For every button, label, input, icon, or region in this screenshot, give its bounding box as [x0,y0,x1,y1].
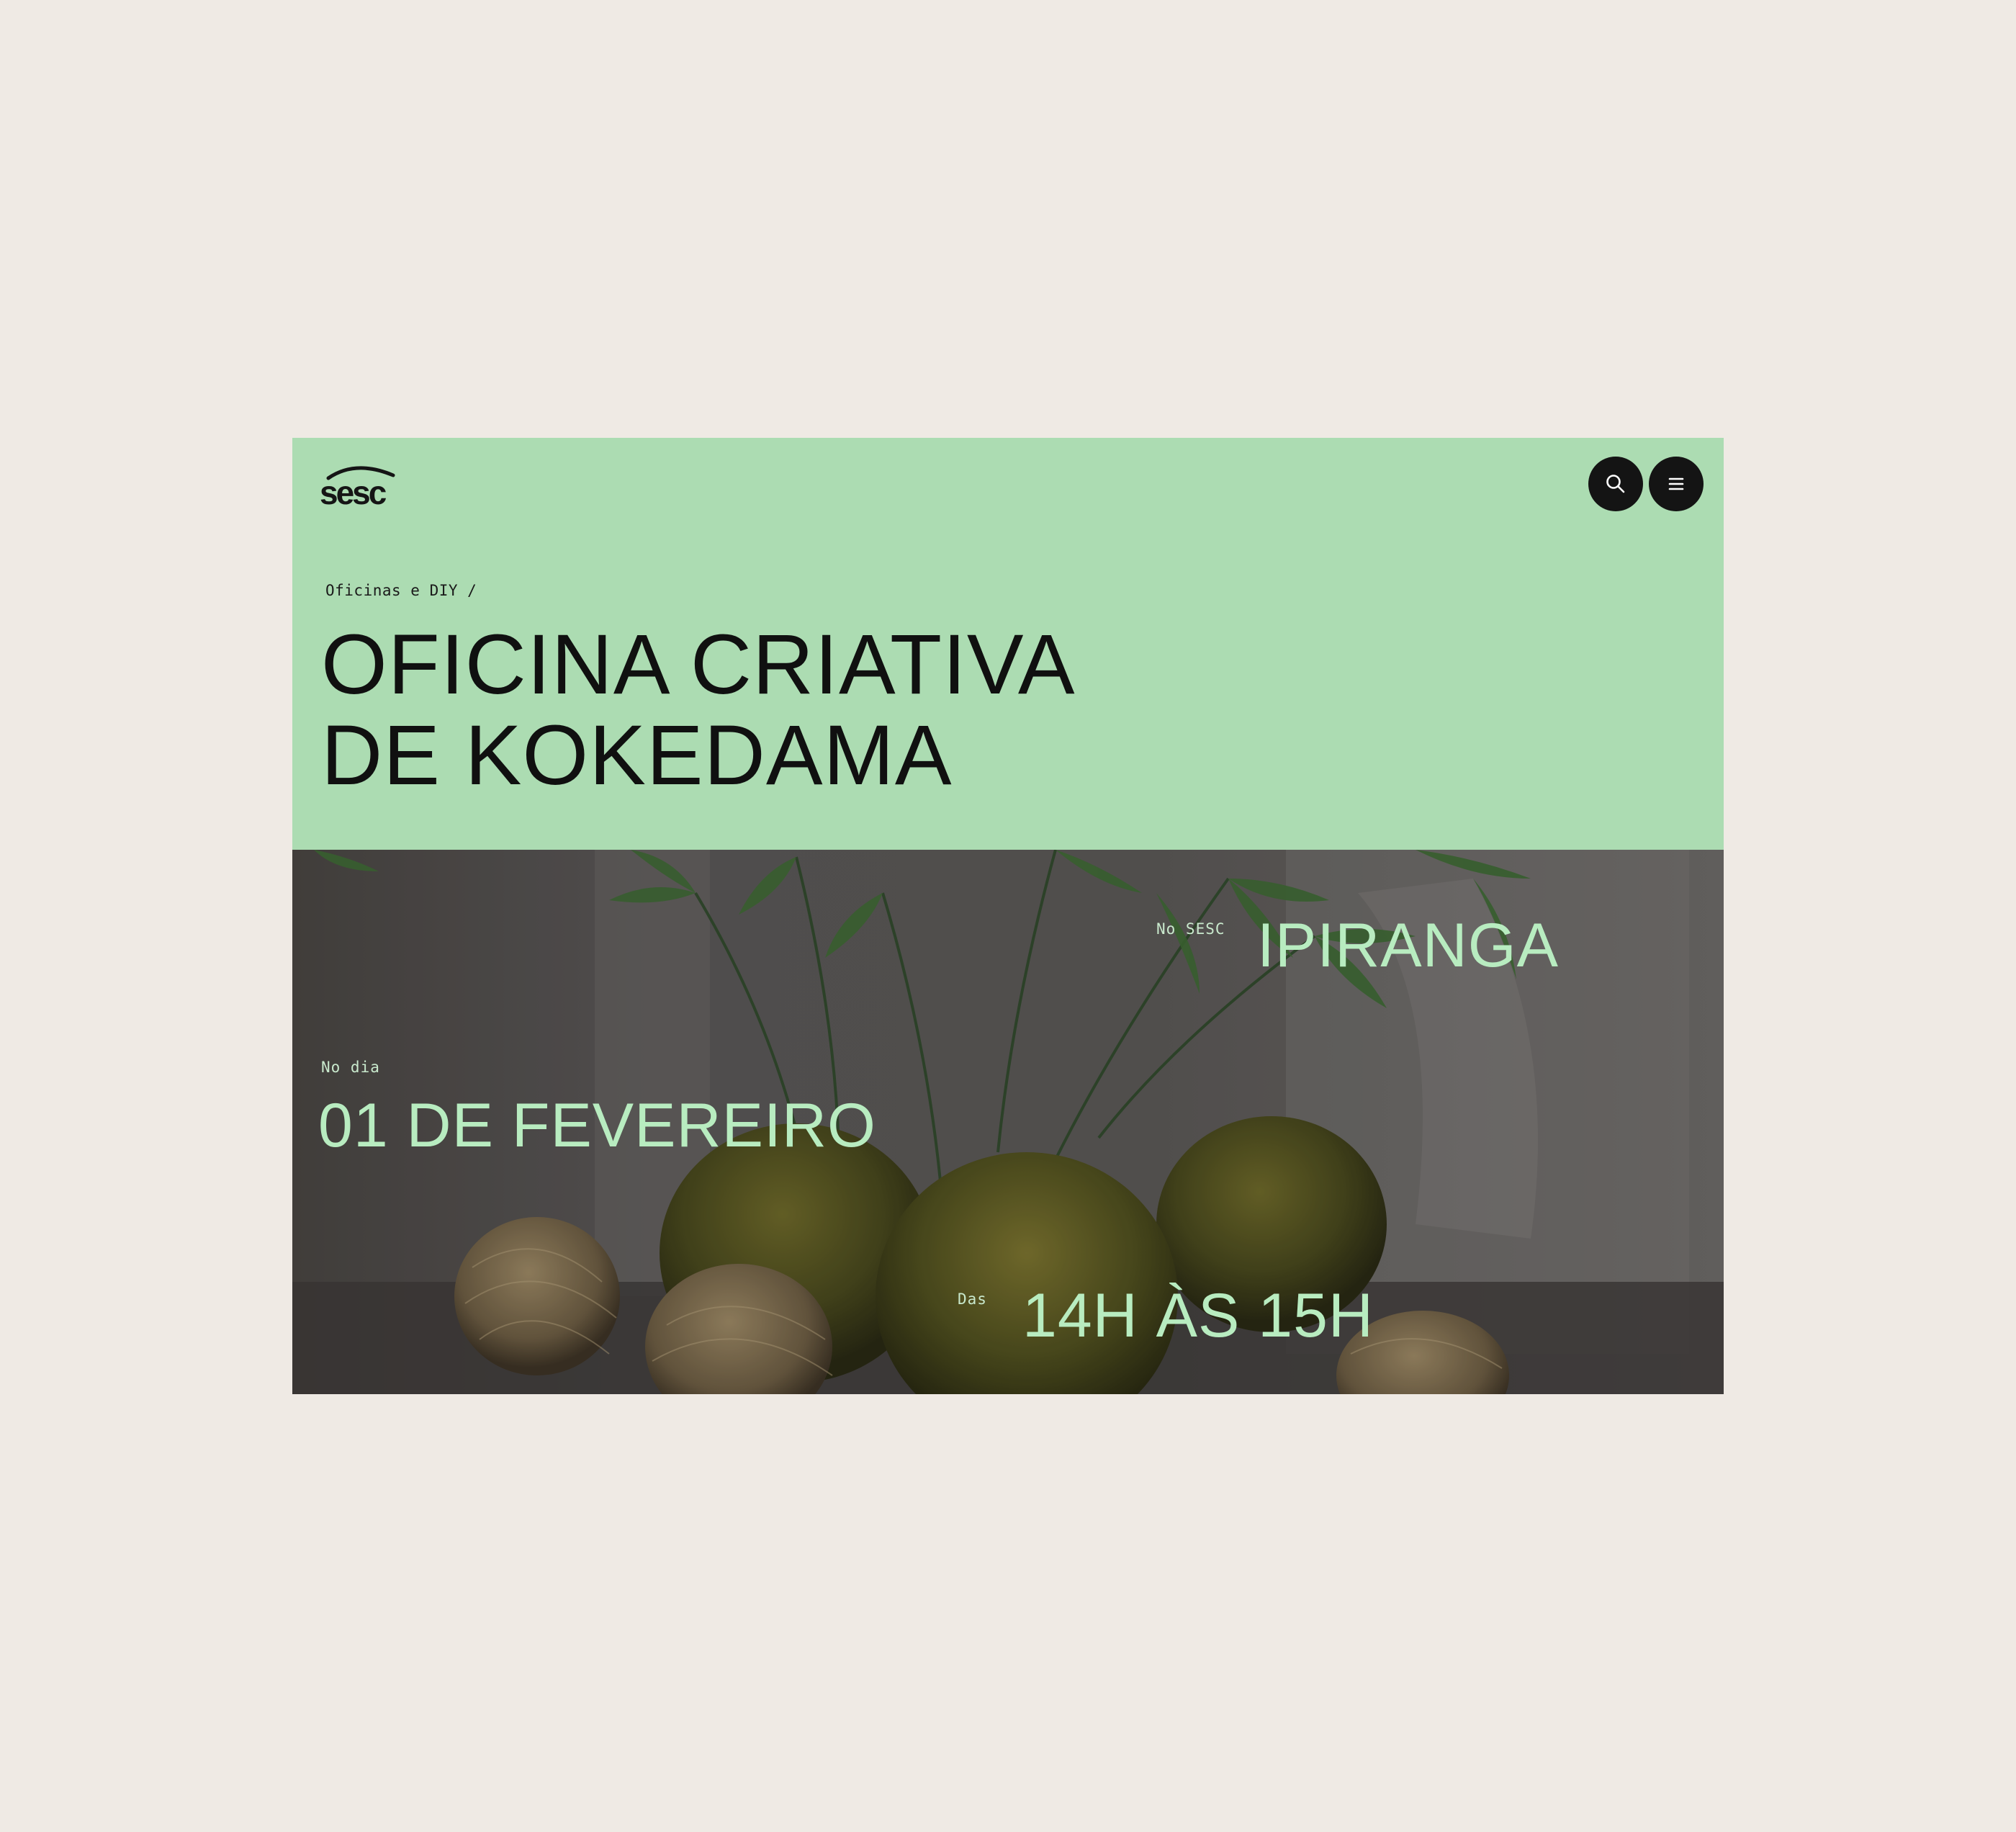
venue-value: IPIRANGA [1257,911,1559,980]
venue-label: No SESC [1156,920,1225,938]
menu-icon [1668,477,1684,490]
sesc-logo[interactable]: sesc [318,459,397,510]
search-icon [1606,475,1625,493]
date-value: 01 DE FEVEREIRO [318,1091,876,1160]
page-title-line-1: OFICINA CRIATIVA [321,617,1076,712]
event-page: sesc Oficinas e DIY / OFICINA CRIATIVA D… [292,438,1724,1394]
page-title-line-2: DE KOKEDAMA [321,708,953,803]
svg-text:sesc: sesc [320,474,387,510]
page-title: OFICINA CRIATIVA DE KOKEDAMA [321,619,1076,801]
date-label: No dia [321,1059,380,1076]
time-label: Das [958,1290,987,1308]
hero-image: No SESC IPIRANGA No dia 01 DE FEVEREIRO … [292,850,1724,1394]
time-value: 14H ÀS 15H [1022,1281,1374,1350]
breadcrumb[interactable]: Oficinas e DIY / [325,582,477,599]
menu-button[interactable] [1649,457,1704,511]
search-button[interactable] [1588,457,1643,511]
header: sesc Oficinas e DIY / OFICINA CRIATIVA D… [292,438,1724,850]
